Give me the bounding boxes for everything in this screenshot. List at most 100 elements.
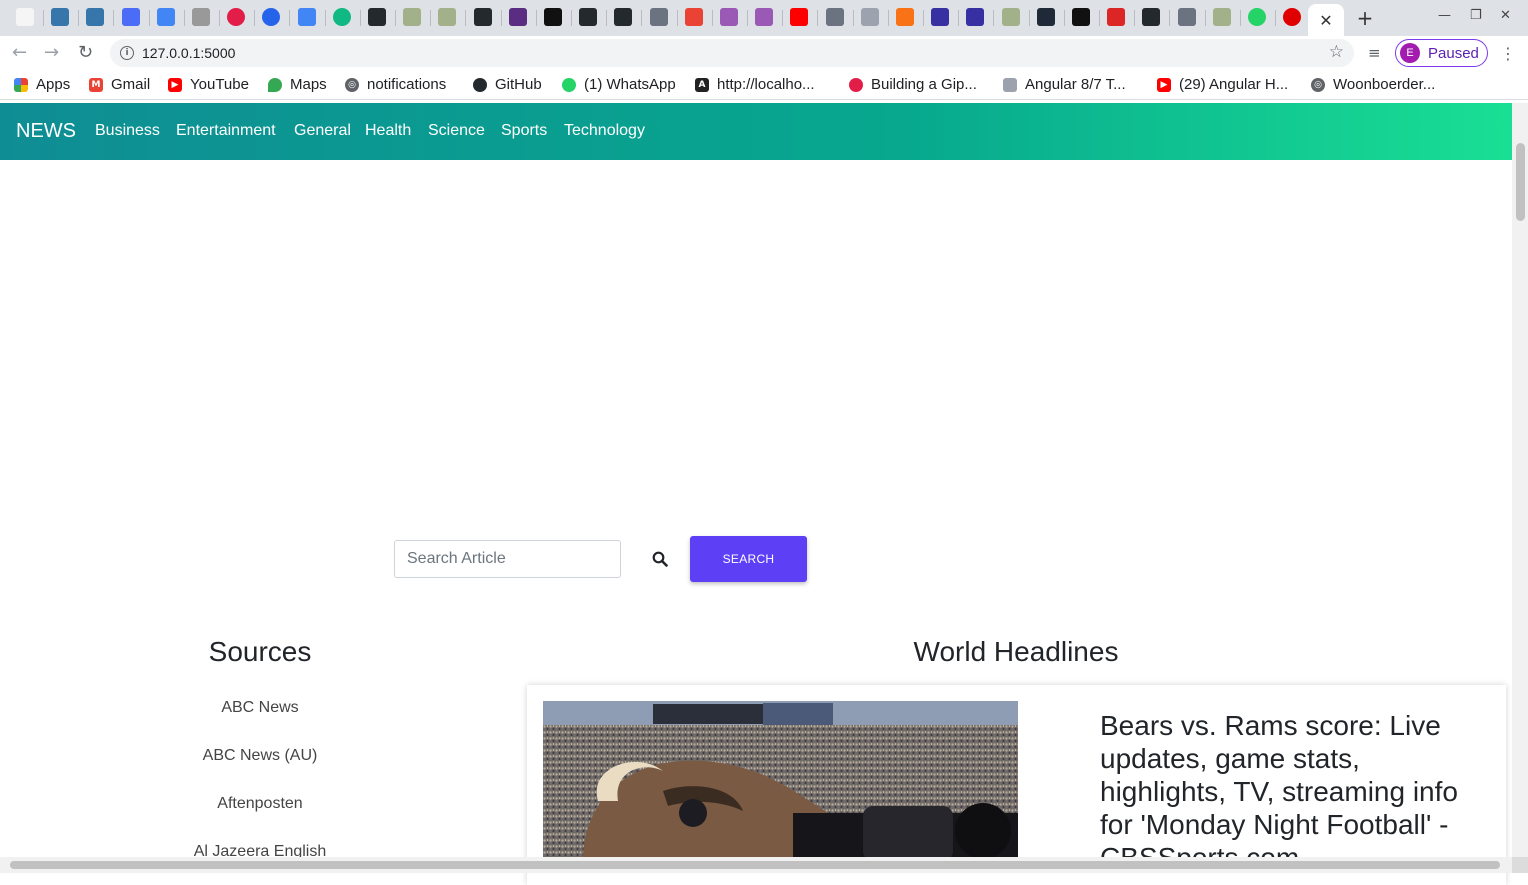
tab-favicon-icon[interactable] (121, 8, 140, 26)
search-button[interactable]: SEARCH (690, 536, 807, 582)
tab-favicon-icon[interactable] (403, 8, 422, 26)
bookmark-label: (29) Angular H... (1179, 76, 1289, 93)
bookmark-item[interactable]: ▶ YouTube (168, 76, 249, 93)
tab-favicon-icon[interactable] (227, 8, 246, 26)
bookmark-item[interactable]: Angular 8/7 T... (1003, 76, 1126, 93)
tab-separator (1275, 10, 1276, 26)
nav-link-health[interactable]: Health (365, 122, 411, 140)
article-title[interactable]: Bears vs. Rams score: Live updates, game… (1100, 709, 1480, 874)
bookmark-item[interactable]: ▶ (29) Angular H... (1157, 76, 1288, 93)
site-info-icon[interactable]: i (120, 46, 134, 60)
close-window-icon[interactable]: ✕ (1500, 8, 1511, 23)
tab-separator (1028, 10, 1030, 26)
tab-favicon-icon[interactable] (51, 8, 70, 26)
article-image[interactable] (543, 701, 1018, 861)
tab-favicon-icon[interactable] (1283, 8, 1302, 26)
tab-favicon-icon[interactable] (156, 8, 175, 26)
tab-separator (113, 10, 115, 26)
tab-favicon-icon[interactable] (825, 8, 844, 26)
bookmark-item[interactable]: Ahttp://localho... (695, 76, 815, 93)
article-card[interactable]: Bears vs. Rams score: Live updates, game… (527, 685, 1506, 885)
vertical-scrollbar[interactable] (1512, 103, 1528, 860)
globe-icon: ◎ (345, 77, 359, 92)
nav-link-sports[interactable]: Sports (501, 122, 547, 140)
tab-favicon-icon[interactable] (896, 8, 914, 26)
tab-favicon-icon[interactable] (544, 8, 562, 26)
bookmark-item[interactable]: ◎ notifications (345, 76, 446, 93)
tab-favicon-icon[interactable] (614, 8, 633, 26)
tab-favicon-icon[interactable] (1036, 8, 1055, 26)
tab-favicon-icon[interactable] (1072, 8, 1090, 26)
tab-separator (535, 10, 537, 26)
tab-favicon-icon[interactable] (438, 8, 457, 26)
tab-favicon-icon[interactable] (684, 8, 703, 26)
brand-logo[interactable]: NEWS (16, 120, 76, 143)
bookmark-item[interactable]: Maps (268, 76, 327, 93)
reload-icon[interactable]: ↻ (78, 42, 93, 63)
kebab-menu-icon[interactable]: ⋮ (1500, 44, 1516, 63)
source-item[interactable]: Aftenposten (160, 795, 360, 813)
tab-favicon-icon[interactable] (1248, 8, 1266, 26)
scrollbar-thumb[interactable] (1516, 143, 1525, 221)
bookmark-item[interactable]: ◎ Woonboerder... (1311, 76, 1435, 93)
bookmarks-bar: Apps M Gmail ▶ YouTube Maps ◎ notifications… (0, 70, 1528, 100)
tab-favicon-icon[interactable] (297, 8, 316, 26)
tab-favicon-icon[interactable] (1001, 8, 1020, 26)
tab-favicon-icon[interactable] (368, 8, 386, 26)
tab-favicon-icon[interactable] (1142, 8, 1161, 26)
address-bar[interactable]: i 127.0.0.1:5000 ☆ (110, 39, 1354, 67)
search-icon[interactable] (652, 551, 668, 567)
source-item[interactable]: ABC News (160, 699, 360, 717)
tab-favicon-icon[interactable] (931, 8, 950, 26)
tab-favicon-icon[interactable] (262, 8, 281, 26)
tab-favicon-icon[interactable] (473, 8, 492, 26)
tab-favicon-icon[interactable] (1177, 8, 1196, 26)
bookmark-item[interactable]: (1) WhatsApp (562, 76, 676, 93)
gmail-icon: M (89, 77, 103, 92)
nav-link-general[interactable]: General (294, 122, 351, 140)
close-tab-icon[interactable]: ✕ (1319, 11, 1332, 30)
bookmark-item[interactable]: Building a Gip... (849, 76, 977, 93)
tab-favicon-icon[interactable] (1107, 8, 1126, 26)
bookmark-item[interactable]: M Gmail (89, 76, 150, 93)
tab-favicon-icon[interactable] (86, 8, 105, 26)
source-item[interactable]: ABC News (AU) (160, 747, 360, 765)
tab-separator (887, 10, 889, 26)
bookmark-star-icon[interactable]: ☆ (1329, 42, 1344, 62)
minimize-icon[interactable]: — (1438, 8, 1451, 23)
nav-link-entertainment[interactable]: Entertainment (176, 122, 276, 140)
nav-link-business[interactable]: Business (95, 122, 160, 140)
tab-favicon-icon[interactable] (649, 8, 668, 26)
tab-favicon-icon[interactable] (192, 8, 210, 26)
url-text[interactable]: 127.0.0.1:5000 (142, 45, 235, 61)
tab-favicon-icon[interactable] (966, 8, 985, 26)
tab-favicon-icon[interactable] (1212, 8, 1231, 26)
active-tab[interactable]: ✕ (1308, 4, 1344, 36)
tab-favicon-icon[interactable] (860, 8, 879, 26)
tab-favicon-icon[interactable] (755, 8, 774, 26)
nav-link-science[interactable]: Science (428, 122, 485, 140)
site-navbar: NEWS Business Entertainment General Heal… (0, 103, 1512, 160)
search-input[interactable] (394, 540, 621, 578)
tab-favicon-icon[interactable] (720, 8, 738, 26)
tab-favicon-icon[interactable] (790, 8, 809, 26)
bookmark-item[interactable]: GitHub (473, 76, 542, 93)
maximize-icon[interactable]: ❐ (1470, 8, 1482, 23)
tab-separator (1204, 10, 1206, 26)
horizontal-scrollbar[interactable] (0, 857, 1512, 873)
tab-favicon-icon[interactable] (16, 8, 34, 26)
tab-favicon-icon[interactable] (508, 8, 527, 26)
reading-list-icon[interactable]: ≡ (1368, 44, 1381, 62)
forward-arrow-icon[interactable]: → (44, 42, 59, 63)
tab-favicon-icon[interactable] (332, 8, 351, 26)
tab-favicon-icon[interactable] (579, 8, 598, 26)
new-tab-button[interactable]: + (1352, 6, 1378, 30)
bookmark-label: Gmail (111, 76, 151, 93)
profile-button[interactable]: E Paused (1395, 39, 1488, 67)
bookmark-item[interactable]: Apps (14, 76, 70, 93)
globe-icon: ◎ (1311, 77, 1325, 92)
back-arrow-icon[interactable]: ← (12, 42, 27, 63)
tab-separator (289, 10, 291, 26)
scrollbar-thumb[interactable] (10, 861, 1500, 869)
nav-link-technology[interactable]: Technology (564, 122, 645, 140)
